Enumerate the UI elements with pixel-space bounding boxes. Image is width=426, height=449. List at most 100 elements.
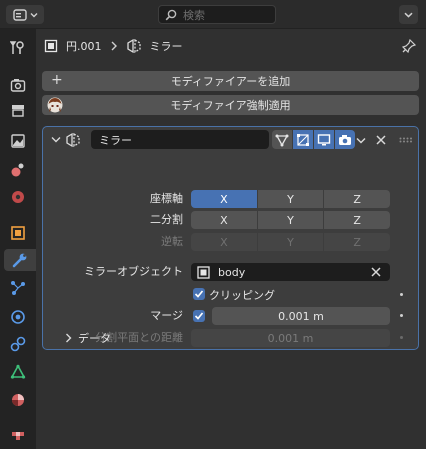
data-subpanel-header[interactable]: データ: [65, 330, 111, 346]
axis-selector: X Y Z: [191, 190, 391, 208]
tab-output[interactable]: [6, 99, 30, 121]
flip-label: 逆転: [161, 235, 183, 248]
render-icon: [10, 79, 26, 92]
modifier-name-text: ミラー: [99, 133, 132, 147]
data-subpanel-label: データ: [78, 332, 111, 345]
merge-checkbox[interactable]: [193, 310, 205, 322]
force-apply-modifier-button[interactable]: モディファイア強制適用: [42, 95, 419, 115]
editor-type-button[interactable]: [6, 5, 44, 24]
mirror-object-label: ミラーオブジェクト: [84, 265, 183, 278]
search-input[interactable]: 検索: [158, 5, 276, 24]
flip-selector: X Y Z: [191, 233, 391, 251]
camera-icon: [339, 134, 351, 145]
axis-label: 座標軸: [150, 192, 183, 205]
chevron-down-icon: [356, 137, 366, 144]
close-icon: [376, 135, 386, 145]
constraints-icon: [10, 336, 26, 352]
modifier-options-dropdown[interactable]: [354, 131, 368, 149]
clipping-label: クリッピング: [209, 289, 275, 302]
wrench-icon: [12, 253, 27, 268]
plus-icon: +: [51, 72, 63, 88]
tab-tool[interactable]: [6, 37, 30, 59]
keyframe-dot-icon[interactable]: [400, 314, 403, 317]
flip-y-toggle[interactable]: Y: [257, 233, 324, 251]
mirror-modifier-icon: [126, 39, 141, 53]
keyframe-dot-icon[interactable]: [400, 336, 403, 339]
tab-modifiers[interactable]: [4, 249, 36, 271]
breadcrumb-modifier-name: ミラー: [149, 40, 183, 53]
addon-avatar-icon: [47, 97, 63, 113]
axis-y-toggle[interactable]: Y: [257, 190, 324, 208]
material-icon: [12, 394, 24, 406]
remove-modifier-button[interactable]: [373, 131, 389, 149]
modifier-properties-area: 円.001 ミラー + モディファイアーを追加 モディファイア強制適用 ミラー …: [36, 29, 426, 449]
tab-particles[interactable]: [6, 277, 30, 299]
chevron-down-icon: [404, 12, 413, 18]
bisect-label: 二分割: [150, 213, 183, 226]
axis-z-toggle[interactable]: Z: [324, 190, 391, 208]
object-icon: [197, 265, 210, 279]
drag-grip-icon[interactable]: [399, 137, 413, 143]
edit-mode-icon: [297, 133, 309, 146]
mirror-object-field[interactable]: body: [191, 263, 390, 281]
object-icon: [44, 39, 58, 53]
breadcrumb-object-name: 円.001: [66, 40, 102, 53]
tab-constraints[interactable]: [6, 333, 30, 355]
tab-texture[interactable]: [6, 423, 30, 445]
triangle-vertices-icon: [275, 134, 289, 146]
bisect-distance-field[interactable]: 0.001 m: [191, 329, 390, 347]
scene-icon: [11, 163, 24, 177]
tab-material[interactable]: [6, 389, 30, 411]
world-icon: [12, 191, 24, 203]
particles-icon: [11, 281, 25, 295]
keyframe-dot-icon[interactable]: [400, 293, 403, 296]
clear-icon[interactable]: [368, 264, 384, 280]
physics-icon: [11, 310, 25, 324]
edit-mode-toggle[interactable]: [293, 130, 313, 149]
options-dropdown-button[interactable]: [399, 5, 418, 24]
merge-label: マージ: [150, 309, 183, 322]
mirror-modifier-icon: [66, 133, 80, 147]
checkmark-icon: [194, 312, 204, 320]
tool-icon: [10, 41, 24, 54]
clipping-checkbox[interactable]: [193, 288, 205, 300]
modifier-header: ミラー: [43, 127, 418, 153]
chevron-right-icon: [66, 333, 72, 343]
pin-icon[interactable]: [402, 39, 416, 53]
properties-header: 検索: [0, 0, 426, 29]
chevron-right-icon: [111, 41, 117, 51]
bisect-x-toggle[interactable]: X: [191, 211, 257, 229]
checkmark-icon: [194, 290, 204, 298]
add-modifier-button[interactable]: + モディファイアーを追加: [42, 71, 419, 91]
object-icon: [11, 226, 25, 240]
data-icon: [10, 364, 26, 379]
modifier-name-field[interactable]: ミラー: [91, 130, 269, 149]
tab-render[interactable]: [6, 74, 30, 96]
bisect-y-toggle[interactable]: Y: [257, 211, 324, 229]
tab-object[interactable]: [6, 222, 30, 244]
flip-x-toggle[interactable]: X: [191, 233, 257, 251]
search-placeholder: 検索: [183, 8, 205, 22]
monitor-icon: [317, 133, 331, 145]
search-icon: [165, 9, 177, 20]
render-toggle[interactable]: [335, 130, 355, 149]
viewport-toggle[interactable]: [314, 130, 334, 149]
bisect-z-toggle[interactable]: Z: [324, 211, 391, 229]
merge-distance-field[interactable]: 0.001 m: [212, 307, 390, 325]
breadcrumb: 円.001 ミラー: [44, 37, 183, 55]
tab-physics[interactable]: [6, 306, 30, 328]
texture-icon: [12, 432, 24, 440]
tab-world[interactable]: [6, 186, 30, 208]
axis-x-toggle[interactable]: X: [191, 190, 257, 208]
chevron-down-icon[interactable]: [51, 136, 61, 144]
on-cage-toggle[interactable]: [272, 130, 292, 149]
mirror-modifier-panel: ミラー 座標軸 X Y Z 二分割 X Y Z 逆転 X Y Z ミラーオブジェ…: [42, 126, 419, 350]
tab-scene[interactable]: [6, 159, 30, 181]
modifier-visibility-toggles: [272, 130, 355, 149]
tab-data[interactable]: [6, 361, 30, 383]
chevron-down-icon: [30, 12, 37, 17]
output-icon: [12, 105, 24, 117]
flip-z-toggle[interactable]: Z: [324, 233, 391, 251]
tab-view-layer[interactable]: [6, 130, 30, 152]
force-apply-label: モディファイア強制適用: [170, 99, 291, 112]
